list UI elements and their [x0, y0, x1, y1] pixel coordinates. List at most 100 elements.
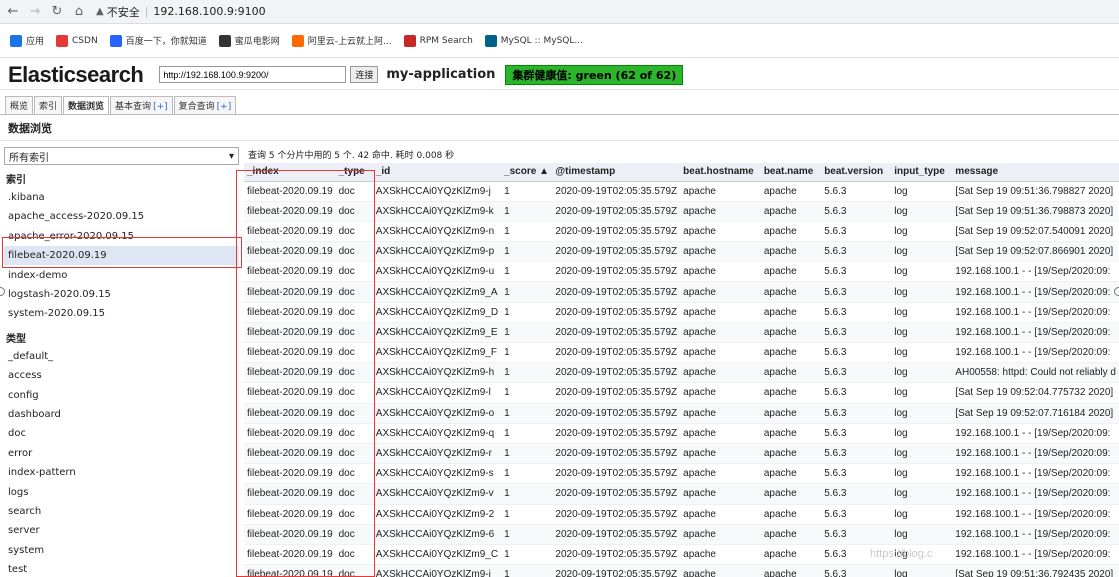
table-row[interactable]: filebeat-2020.09.19 doc AXSkHCCAi0YQzKlZm9… — [244, 504, 1119, 525]
tab-1[interactable]: 索引 — [34, 96, 63, 114]
sidebar-type-item[interactable]: system — [4, 541, 239, 560]
tab-4[interactable]: 复合查询 [+] — [173, 96, 237, 114]
bookmark-item[interactable]: 应用 — [10, 34, 44, 47]
tab-0[interactable]: 概览 — [5, 96, 34, 114]
table-cell: apache — [680, 201, 761, 222]
table-cell: log — [891, 443, 953, 465]
table-row[interactable]: filebeat-2020.09.19 doc AXSkHCCAi0YQzKlZm9… — [244, 524, 1119, 545]
table-row[interactable]: filebeat-2020.09.19 doc AXSkHCCAi0YQzKlZm9… — [244, 261, 1119, 283]
table-cell: 2020-09-19T02:05:35.579Z — [552, 322, 681, 344]
sidebar-type-item[interactable]: config — [4, 386, 239, 405]
bookmark-label: RPM Search — [419, 35, 473, 46]
column-header[interactable]: beat.hostname — [680, 163, 761, 182]
app-window: ← → ↻ ⌂ ▲ 不安全 | 192.168.100.9:9100 应用 CSD… — [0, 0, 1119, 577]
connect-button[interactable]: 连接 — [350, 66, 379, 83]
table-row[interactable]: filebeat-2020.09.19 doc AXSkHCCAi0YQzKlZm9… — [244, 241, 1119, 263]
table-cell: 1 — [501, 463, 553, 485]
table-cell: apache — [680, 423, 761, 444]
table-cell: filebeat-2020.09.19 — [244, 504, 336, 525]
sidebar-type-item[interactable]: doc — [4, 424, 239, 443]
column-header[interactable]: _type — [335, 163, 373, 182]
column-header[interactable]: _index — [244, 163, 336, 182]
sidebar-type-item[interactable]: index-pattern — [4, 463, 239, 482]
table-cell: 5.6.3 — [821, 201, 892, 222]
table-cell: AXSkHCCAi0YQzKlZm9-r — [372, 443, 502, 465]
connection-url-input[interactable] — [159, 66, 347, 83]
scroll-handle-icon[interactable] — [1114, 287, 1119, 296]
sidebar-type-item[interactable]: error — [4, 444, 239, 463]
reload-icon[interactable]: ↻ — [48, 3, 66, 21]
index-select[interactable]: 所有索引 ▾ — [4, 147, 239, 165]
table-cell: 1 — [501, 382, 553, 404]
bookmark-item[interactable]: 蜜瓜电影网 — [218, 34, 280, 47]
table-row[interactable]: filebeat-2020.09.19 doc AXSkHCCAi0YQzKlZm9… — [244, 382, 1119, 404]
table-row[interactable]: filebeat-2020.09.19 doc AXSkHCCAi0YQzKlZm9… — [244, 302, 1119, 323]
sidebar-index-item[interactable]: apache_error-2020.09.15 — [4, 227, 239, 246]
address-bar[interactable]: ▲ 不安全 | 192.168.100.9:9100 — [96, 4, 266, 20]
column-header[interactable]: beat.name — [760, 163, 822, 182]
table-cell: doc — [335, 281, 373, 303]
bookmark-item[interactable]: MySQL :: MySQL... — [484, 34, 583, 47]
table-row[interactable]: filebeat-2020.09.19 doc AXSkHCCAi0YQzKlZm9… — [244, 403, 1119, 424]
tab-3[interactable]: 基本查询 [+] — [110, 96, 173, 114]
table-row[interactable]: filebeat-2020.09.19 doc AXSkHCCAi0YQzKlZm9… — [244, 221, 1119, 243]
table-row[interactable]: filebeat-2020.09.19 doc AXSkHCCAi0YQzKlZm9… — [244, 483, 1119, 505]
sidebar-index-item[interactable]: system-2020.09.15 — [4, 304, 239, 323]
table-row[interactable]: filebeat-2020.09.19 doc AXSkHCCAi0YQzKlZm9… — [244, 342, 1119, 364]
column-header[interactable]: _id — [372, 163, 502, 182]
table-row[interactable]: filebeat-2020.09.19 doc AXSkHCCAi0YQzKlZm9… — [244, 281, 1119, 303]
table-cell: apache — [760, 443, 822, 465]
sidebar-type-item[interactable]: test — [4, 560, 239, 577]
sidebar-type-item[interactable]: search — [4, 502, 239, 521]
sidebar-index-item[interactable]: index-demo — [4, 266, 239, 285]
table-row[interactable]: filebeat-2020.09.19 doc AXSkHCCAi0YQzKlZm9… — [244, 443, 1119, 465]
column-header[interactable]: message — [952, 163, 1119, 182]
table-row[interactable]: filebeat-2020.09.19 doc AXSkHCCAi0YQzKlZm9… — [244, 463, 1119, 485]
table-row[interactable]: filebeat-2020.09.19 doc AXSkHCCAi0YQzKlZm9… — [244, 181, 1119, 202]
table-row[interactable]: filebeat-2020.09.19 doc AXSkHCCAi0YQzKlZm9… — [244, 362, 1119, 384]
sidebar-type-item[interactable]: logs — [4, 483, 239, 502]
table-cell: filebeat-2020.09.19 — [244, 281, 336, 303]
table-row[interactable]: filebeat-2020.09.19 doc AXSkHCCAi0YQzKlZm9… — [244, 322, 1119, 344]
table-row[interactable]: filebeat-2020.09.19 doc AXSkHCCAi0YQzKlZm9… — [244, 201, 1119, 222]
table-cell: apache — [760, 382, 822, 404]
forward-icon[interactable]: → — [26, 3, 44, 21]
sidebar-index-item[interactable]: filebeat-2020.09.19 — [4, 246, 239, 266]
bookmark-item[interactable]: 阿里云-上云就上阿... — [291, 34, 392, 47]
sidebar-type-item[interactable]: _default_ — [4, 347, 239, 366]
tab-2[interactable]: 数据浏览 — [63, 96, 110, 114]
table-row[interactable]: filebeat-2020.09.19 doc AXSkHCCAi0YQzKlZm9… — [244, 544, 1119, 566]
bookmark-item[interactable]: 百度一下，你就知道 — [109, 34, 207, 47]
table-cell: filebeat-2020.09.19 — [244, 201, 336, 222]
table-row[interactable]: filebeat-2020.09.19 doc AXSkHCCAi0YQzKlZm9… — [244, 423, 1119, 444]
column-header[interactable]: beat.version — [821, 163, 892, 182]
column-header[interactable]: input_type — [891, 163, 953, 182]
home-icon[interactable]: ⌂ — [70, 3, 88, 21]
sidebar-index-item[interactable]: .kibana — [4, 188, 239, 207]
cluster-health-badge: 集群健康值: green (62 of 62) — [505, 64, 684, 85]
table-cell: apache — [680, 403, 761, 424]
sidebar-index-item[interactable]: apache_access-2020.09.15 — [4, 207, 239, 226]
sidebar-type-item[interactable]: dashboard — [4, 405, 239, 424]
table-cell: 192.168.100.1 - - [19/Sep/2020:09: — [952, 524, 1119, 545]
table-cell: log — [891, 181, 953, 202]
table-row[interactable]: filebeat-2020.09.19 doc AXSkHCCAi0YQzKlZm9… — [244, 564, 1119, 577]
column-header[interactable]: _score ▲ — [501, 163, 553, 182]
table-cell: AXSkHCCAi0YQzKlZm9-q — [372, 423, 502, 444]
table-cell: AXSkHCCAi0YQzKlZm9-i — [372, 564, 502, 577]
back-icon[interactable]: ← — [4, 3, 22, 21]
sidebar-type-item[interactable]: access — [4, 366, 239, 385]
sidebar-type-item[interactable]: server — [4, 521, 239, 540]
column-header[interactable]: @timestamp — [552, 163, 681, 182]
table-cell: 2020-09-19T02:05:35.579Z — [552, 544, 681, 566]
sidebar-index-item[interactable]: logstash-2020.09.15 — [4, 285, 239, 304]
table-cell: log — [891, 423, 953, 444]
bookmark-item[interactable]: RPM Search — [403, 34, 473, 47]
bookmark-label: MySQL :: MySQL... — [500, 35, 583, 46]
table-cell: log — [891, 504, 953, 525]
table-cell: filebeat-2020.09.19 — [244, 544, 336, 566]
table-cell: 1 — [501, 322, 553, 344]
bookmark-item[interactable]: CSDN — [56, 34, 98, 47]
tab-add-link[interactable]: [+] — [217, 102, 232, 112]
tab-add-link[interactable]: [+] — [153, 102, 168, 112]
